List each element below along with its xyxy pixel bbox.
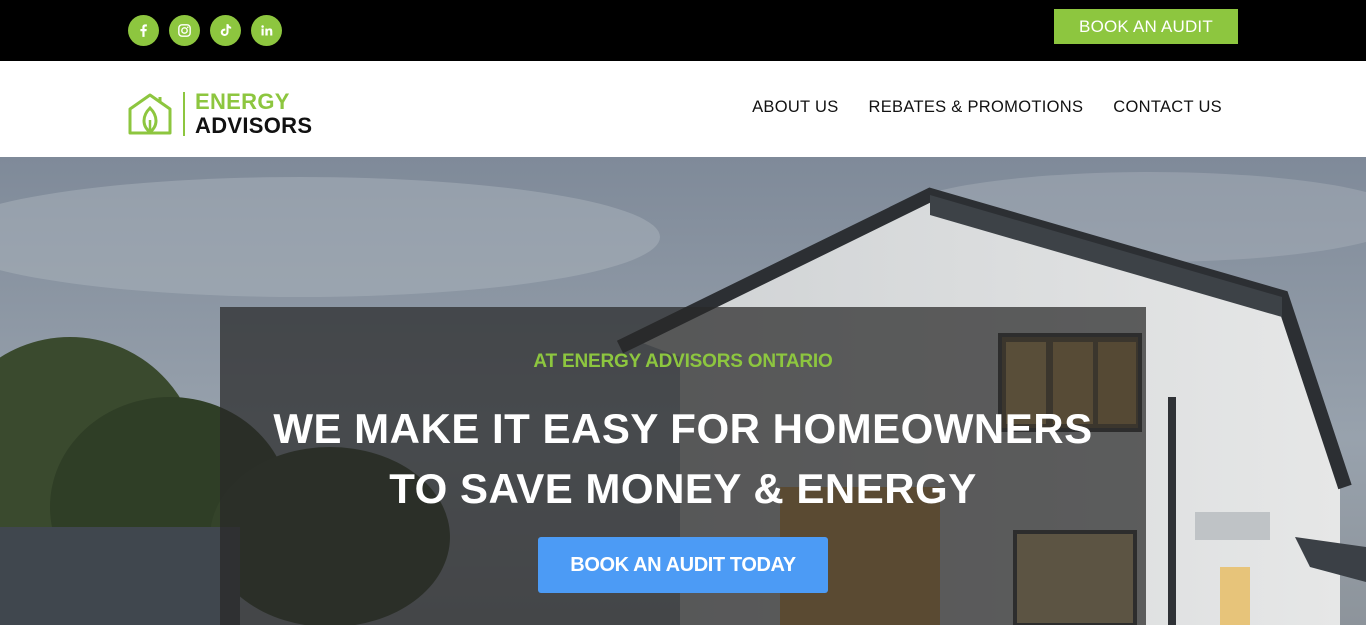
linkedin-icon: [261, 25, 273, 36]
hero-section: AT ENERGY ADVISORS ONTARIO WE MAKE IT EA…: [0, 157, 1366, 625]
hero-eyebrow: AT ENERGY ADVISORS ONTARIO: [533, 351, 833, 372]
facebook-link[interactable]: [128, 15, 159, 46]
logo-line1: ENERGY: [195, 89, 290, 114]
tiktok-icon: [220, 24, 232, 36]
nav-rebates-promotions[interactable]: REBATES & PROMOTIONS: [869, 98, 1084, 117]
linkedin-link[interactable]: [251, 15, 282, 46]
tiktok-link[interactable]: [210, 15, 241, 46]
logo-wordmark: ENERGY ADVISORS: [195, 90, 312, 138]
logo-divider: [183, 92, 185, 136]
house-leaf-icon: [128, 93, 172, 135]
logo[interactable]: ENERGY ADVISORS: [127, 90, 312, 138]
facebook-icon: [140, 24, 147, 37]
hero-content-panel: AT ENERGY ADVISORS ONTARIO WE MAKE IT EA…: [220, 307, 1146, 625]
social-links: [128, 15, 282, 46]
nav-about-us[interactable]: ABOUT US: [752, 98, 838, 117]
book-audit-button[interactable]: BOOK AN AUDIT: [1054, 9, 1238, 44]
hero-headline-line1: WE MAKE IT EASY FOR HOMEOWNERS: [273, 405, 1093, 452]
hero-headline-line2: TO SAVE MONEY & ENERGY: [389, 465, 977, 512]
hero-headline: WE MAKE IT EASY FOR HOMEOWNERS TO SAVE M…: [220, 399, 1146, 519]
logo-line2: ADVISORS: [195, 113, 313, 138]
nav-contact-us[interactable]: CONTACT US: [1113, 98, 1222, 117]
instagram-icon: [178, 24, 191, 37]
main-nav: ABOUT US REBATES & PROMOTIONS CONTACT US: [752, 98, 1222, 117]
instagram-link[interactable]: [169, 15, 200, 46]
site-header: ENERGY ADVISORS ABOUT US REBATES & PROMO…: [0, 61, 1366, 157]
book-audit-today-button[interactable]: BOOK AN AUDIT TODAY: [538, 537, 828, 593]
top-bar: BOOK AN AUDIT: [0, 0, 1366, 61]
